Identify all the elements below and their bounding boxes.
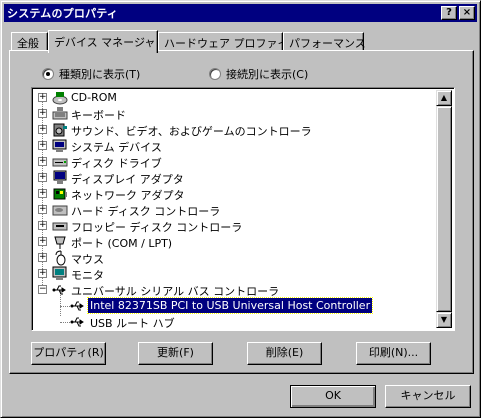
cdrom-icon [52,90,68,106]
tree-item[interactable]: + システム デバイス [34,138,434,154]
tree-item-label: ポート (COM / LPT) [71,237,173,250]
title-bar[interactable]: システムのプロパティ ? × [4,4,477,22]
tree-item-label: CD-ROM [71,91,117,104]
selected-device-label: Intel 82371SB PCI to USB Universal Host … [86,297,374,314]
tree-item[interactable]: + ハード ディスク コントローラ [34,202,434,218]
cancel-button[interactable]: キャンセル [385,385,471,408]
tree-item[interactable]: + ディスク ドライブ [34,154,434,170]
tree-scrollbar[interactable]: ▲ ▼ [436,90,452,328]
tab-general[interactable]: 全般 [11,32,48,51]
expand-icon[interactable]: + [38,109,47,118]
usb-icon [52,282,68,298]
view-by-connection-label: 接続別に表示(C) [226,68,309,81]
collapse-icon[interactable]: − [38,285,47,294]
tree-child-item[interactable]: USB ルート ハブ [34,314,434,330]
print-button[interactable]: 印刷(N)... [356,342,431,365]
tree-item-label: キーボード [71,109,126,122]
tree-item[interactable]: + ディスプレイ アダプタ [34,170,434,186]
scroll-up-button[interactable]: ▲ [436,90,452,106]
tree-item-label: ディスプレイ アダプタ [71,173,184,186]
scroll-down-button[interactable]: ▼ [436,312,452,328]
port-icon [52,234,68,250]
expand-icon[interactable]: + [38,253,47,262]
remove-button[interactable]: 削除(E) [247,342,322,365]
tree-item-label: ユニバーサル シリアル バス コントローラ [71,285,280,298]
mouse-icon [52,250,68,266]
scroll-thumb[interactable] [436,106,452,312]
tree-item[interactable]: + ポート (COM / LPT) [34,234,434,250]
sound-icon [52,122,68,138]
view-by-type-option[interactable]: 種類別に表示(T) [42,66,140,82]
tree-item-label: マウス [71,253,104,266]
view-by-type-label: 種類別に表示(T) [59,68,141,81]
usb-icon [70,298,86,314]
tree-item[interactable]: − ユニバーサル シリアル バス コントローラ [34,282,434,298]
expand-icon[interactable]: + [38,221,47,230]
tree-item-label: システム デバイス [71,141,162,154]
tree-item-label: サウンド、ビデオ、およびゲームのコントローラ [71,125,312,138]
view-by-type-radio[interactable] [42,68,54,80]
tree-item-label: フロッピー ディスク コントローラ [71,221,243,234]
refresh-button[interactable]: 更新(F) [138,342,213,365]
tree-item[interactable]: + CD-ROM [34,90,434,106]
window-title: システムのプロパティ [7,7,119,20]
properties-button[interactable]: プロパティ(R) [31,342,106,365]
expand-icon[interactable]: + [38,125,47,134]
expand-icon[interactable]: + [38,205,47,214]
usb-icon [70,314,86,330]
keyboard-icon [52,106,68,122]
view-by-connection-option[interactable]: 接続別に表示(C) [209,66,308,82]
network-adapter-icon [52,186,68,202]
expand-icon[interactable]: + [38,157,47,166]
tree-item[interactable]: + ネットワーク アダプタ [34,186,434,202]
tree-item-label: ハード ディスク コントローラ [71,205,221,218]
tree-item[interactable]: + キーボード [34,106,434,122]
view-by-connection-radio[interactable] [209,68,221,80]
tree-item[interactable]: + フロッピー ディスク コントローラ [34,218,434,234]
device-tree-list: + CD-ROM + キーボード + サウンド、ビデオ、およびゲームのコントローラ + システ… [34,90,436,330]
tab-device-manager[interactable]: デバイス マネージャ [48,30,158,53]
tree-item-label: モニタ [71,269,104,282]
expand-icon[interactable]: + [38,173,47,182]
display-adapter-icon [52,170,68,186]
tree-item[interactable]: + モニタ [34,266,434,282]
tree-child-item[interactable]: Intel 82371SB PCI to USB Universal Host … [34,297,434,314]
expand-icon[interactable]: + [38,141,47,150]
ok-button[interactable]: OK [290,385,376,408]
monitor-icon [52,266,68,282]
expand-icon[interactable]: + [38,93,47,102]
close-button[interactable]: × [459,6,475,20]
device-manager-panel: 種類別に表示(T) 接続別に表示(C) + CD-ROM + キーボード + サウンド、ビ… [9,50,474,374]
device-tree[interactable]: + CD-ROM + キーボード + サウンド、ビデオ、およびゲームのコントローラ + システ… [31,87,455,331]
expand-icon[interactable]: + [38,189,47,198]
expand-icon[interactable]: + [38,269,47,278]
system-properties-window: システムのプロパティ ? × 全般 デバイス マネージャ ハードウェア プロファ… [0,0,481,418]
help-button[interactable]: ? [441,6,457,20]
tab-hardware-profiles[interactable]: ハードウェア プロファイル [158,32,300,51]
tree-child-label: USB ルート ハブ [90,317,175,330]
tree-item-label: ネットワーク アダプタ [71,189,185,202]
system-device-icon [52,138,68,154]
floppy-controller-icon [52,218,68,234]
tree-item[interactable]: + マウス [34,250,434,266]
hdd-controller-icon [52,202,68,218]
tree-item-label: ディスク ドライブ [71,157,162,170]
disk-drive-icon [52,154,68,170]
expand-icon[interactable]: + [38,237,47,246]
tree-item[interactable]: + サウンド、ビデオ、およびゲームのコントローラ [34,122,434,138]
tab-performance[interactable]: パフォーマンス [283,32,366,51]
